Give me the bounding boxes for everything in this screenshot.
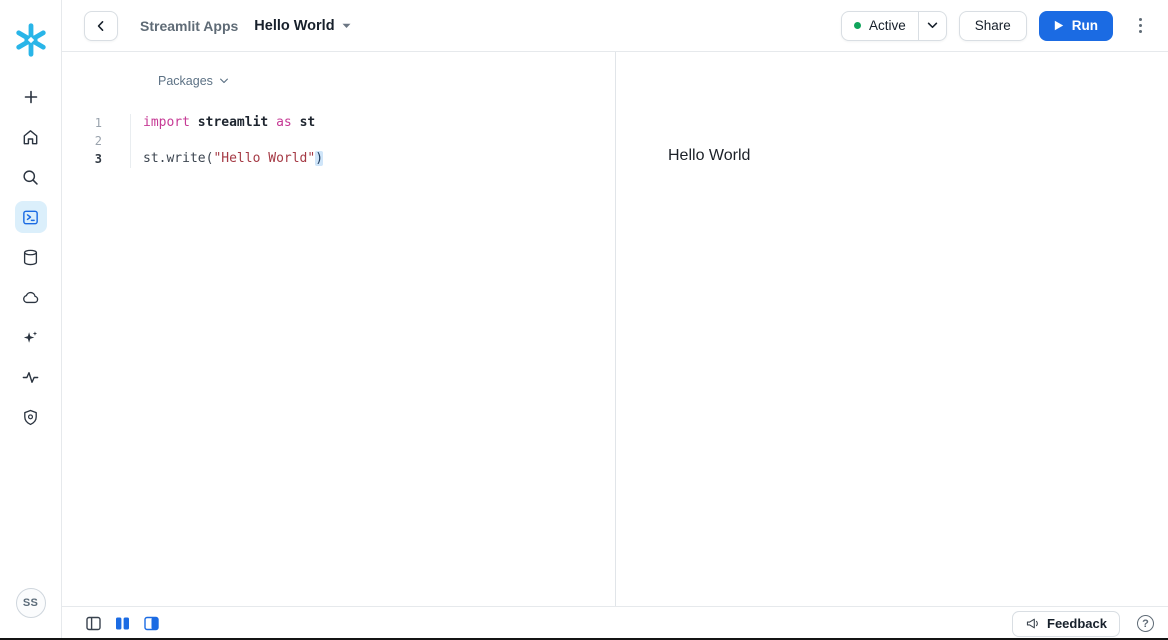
chevron-down-icon	[219, 78, 229, 84]
content: Packages 1 import streamlit as st 2 3 st.w…	[62, 52, 1168, 606]
status-label: Active	[869, 18, 906, 33]
more-menu-button[interactable]	[1128, 12, 1152, 40]
code-token	[268, 115, 276, 130]
code-token: st	[143, 151, 159, 166]
sidebar-item-admin[interactable]	[15, 401, 47, 433]
code-token: write	[166, 151, 205, 166]
code-line[interactable]: 2	[62, 132, 615, 150]
panel-right-icon	[144, 616, 159, 631]
sidebar-item-new[interactable]	[15, 81, 47, 113]
preview-output-text: Hello World	[668, 147, 1168, 165]
run-button[interactable]: Run	[1039, 11, 1113, 41]
sidebar-item-monitoring[interactable]	[15, 361, 47, 393]
code-editor-pane: Packages 1 import streamlit as st 2 3 st.w…	[62, 52, 616, 606]
layout-right-panel-button[interactable]	[143, 616, 159, 632]
packages-dropdown[interactable]: Packages	[158, 74, 229, 88]
search-icon	[21, 168, 40, 187]
home-icon	[21, 128, 40, 147]
status-split-button: Active	[841, 11, 947, 41]
megaphone-icon	[1025, 617, 1040, 630]
code-token	[292, 115, 300, 130]
breadcrumb[interactable]: Streamlit Apps	[140, 18, 238, 34]
sidebar-item-ai[interactable]	[15, 321, 47, 353]
code-line[interactable]: 3 st.write("Hello World")	[62, 150, 615, 168]
database-icon	[21, 248, 40, 267]
sidebar-item-search[interactable]	[15, 161, 47, 193]
status-dot-icon	[854, 22, 861, 29]
layout-toggles	[85, 616, 159, 632]
page-title: Hello World	[254, 18, 334, 34]
line-number: 1	[62, 114, 112, 132]
code-text: st.write("Hello World")	[130, 150, 323, 168]
packages-label: Packages	[158, 74, 213, 88]
snowflake-logo[interactable]	[11, 20, 51, 60]
code-token: streamlit	[198, 115, 268, 130]
user-avatar[interactable]: SS	[16, 588, 46, 618]
line-number: 2	[62, 132, 112, 150]
code-text: import streamlit as st	[130, 114, 315, 132]
sparkle-icon	[21, 328, 40, 347]
app-title-menu[interactable]: Hello World	[254, 18, 350, 34]
plus-icon	[22, 88, 40, 106]
feedback-button[interactable]: Feedback	[1012, 611, 1120, 637]
code-editor[interactable]: 1 import streamlit as st 2 3 st.write("Hel…	[62, 114, 615, 168]
help-label: ?	[1142, 618, 1149, 630]
header: Streamlit Apps Hello World Active	[62, 0, 1168, 52]
code-token: import	[143, 115, 190, 130]
status-button[interactable]: Active	[842, 12, 918, 40]
share-button[interactable]: Share	[959, 11, 1027, 41]
sidebar-item-compute[interactable]	[15, 281, 47, 313]
sidebar-item-data[interactable]	[15, 241, 47, 273]
code-token	[190, 115, 198, 130]
feedback-label: Feedback	[1047, 616, 1107, 631]
app-preview-pane: Hello World	[616, 52, 1168, 606]
code-line[interactable]: 1 import streamlit as st	[62, 114, 615, 132]
code-token: as	[276, 115, 292, 130]
code-text	[130, 132, 143, 150]
code-token: "Hello World"	[213, 151, 315, 166]
run-label: Run	[1072, 18, 1098, 33]
avatar-initials: SS	[23, 597, 38, 609]
activity-icon	[21, 368, 40, 387]
sidebar: SS	[0, 0, 62, 640]
play-icon	[1054, 20, 1064, 31]
layout-left-panel-button[interactable]	[85, 616, 101, 632]
caret-down-icon	[342, 23, 351, 29]
chevron-down-icon	[927, 22, 938, 29]
footer: Feedback ?	[62, 606, 1168, 640]
code-token: st	[300, 115, 316, 130]
projects-icon	[21, 208, 40, 227]
app-window: SS Streamlit Apps Hello World	[0, 0, 1168, 640]
line-number: 3	[62, 150, 112, 168]
chevron-left-icon	[94, 19, 108, 33]
help-button[interactable]: ?	[1137, 615, 1154, 632]
shield-icon	[21, 408, 40, 427]
split-view-icon	[115, 616, 130, 631]
snowflake-logo-icon	[13, 22, 49, 58]
sidebar-item-home[interactable]	[15, 121, 47, 153]
sidebar-item-projects[interactable]	[15, 201, 47, 233]
panel-left-icon	[86, 616, 101, 631]
status-dropdown-button[interactable]	[918, 12, 946, 40]
layout-split-view-button[interactable]	[114, 616, 130, 632]
main-column: Streamlit Apps Hello World Active	[62, 0, 1168, 640]
cloud-icon	[21, 288, 40, 307]
back-button[interactable]	[84, 11, 118, 41]
code-token: )	[315, 151, 323, 166]
